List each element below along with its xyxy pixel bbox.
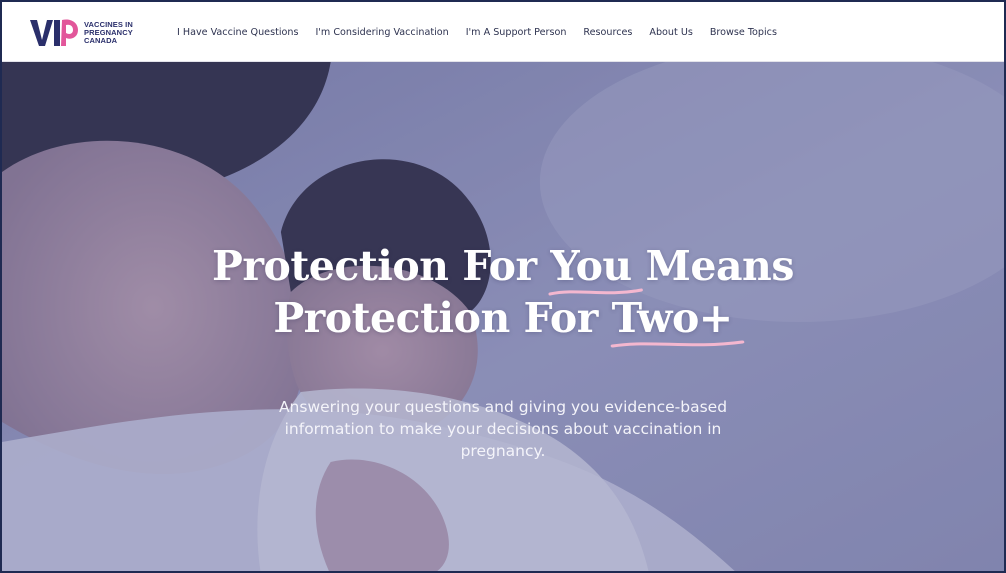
browser-frame: VACCINES IN PREGNANCY CANADA I Have Vacc…: [0, 0, 1006, 573]
site-logo[interactable]: VACCINES IN PREGNANCY CANADA: [28, 16, 133, 50]
site-header: VACCINES IN PREGNANCY CANADA I Have Vacc…: [2, 2, 1004, 62]
pink-underline-swoosh-icon: [610, 340, 744, 348]
nav-item-resources[interactable]: Resources: [583, 27, 632, 38]
vip-logo-icon: [30, 19, 78, 46]
hero-headline: Protection For You Means Protection For …: [2, 240, 1004, 348]
headline-line-2: Protection For Two+: [2, 292, 1004, 348]
headline-line-1-end: Means: [631, 242, 795, 290]
headline-line-1-start: Protection For: [212, 242, 551, 290]
hero-subtext-line-3: pregnancy.: [460, 442, 546, 460]
highlight-word-you-text: You: [550, 242, 632, 290]
nav-item-about-us[interactable]: About Us: [649, 27, 692, 38]
main-nav: I Have Vaccine Questions I'm Considering…: [177, 2, 794, 62]
logo-wordmark: VACCINES IN PREGNANCY CANADA: [84, 21, 133, 45]
nav-item-vaccine-questions[interactable]: I Have Vaccine Questions: [177, 27, 298, 38]
logo-line-3: CANADA: [84, 36, 118, 45]
highlight-word-two-text: Two+: [611, 294, 734, 342]
hero-subtext-line-1: Answering your questions and giving you …: [278, 398, 728, 416]
nav-item-considering-vaccination[interactable]: I'm Considering Vaccination: [315, 27, 448, 38]
highlight-word-two: Two+: [610, 292, 744, 348]
hero-subtext-line-2: information to make your decisions about…: [284, 420, 722, 438]
hero-subtext: Answering your questions and giving you …: [2, 396, 1004, 462]
headline-line-2-start: Protection For: [273, 294, 612, 342]
hero-section: Protection For You Means Protection For …: [2, 62, 1004, 571]
highlight-word-you: You: [548, 240, 644, 296]
nav-item-support-person[interactable]: I'm A Support Person: [466, 27, 567, 38]
nav-item-browse-topics[interactable]: Browse Topics: [710, 27, 777, 38]
headline-line-1: Protection For You Means: [2, 240, 1004, 296]
